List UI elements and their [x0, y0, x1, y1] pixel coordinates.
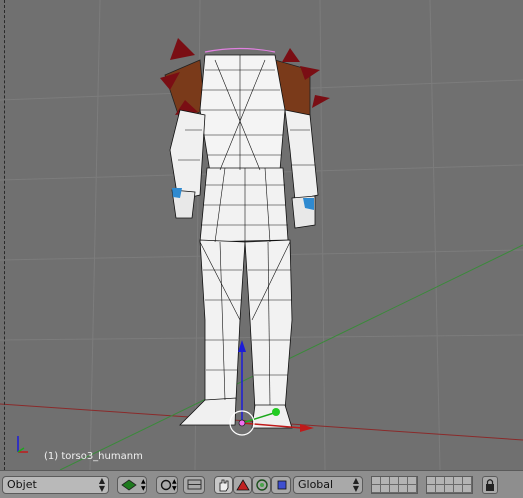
y-axis-line	[59, 244, 523, 470]
layer-buttons-group-1[interactable]	[371, 476, 418, 494]
rotate-tool-button[interactable]	[233, 476, 252, 494]
pivot-toggle[interactable]	[271, 476, 291, 494]
mode-select[interactable]: Objet ▲ ▼	[2, 476, 109, 494]
rotate-icon	[236, 479, 250, 491]
layer-button[interactable]	[372, 485, 381, 493]
scale-tool-button[interactable]	[252, 476, 271, 494]
layer-button[interactable]	[436, 477, 445, 485]
layer-button[interactable]	[427, 477, 436, 485]
grid-icon	[187, 479, 202, 490]
layer-button[interactable]	[463, 477, 472, 485]
layer-button[interactable]	[445, 477, 454, 485]
3d-viewport[interactable]: (1) torso3_humanm	[0, 0, 523, 470]
layer-button[interactable]	[454, 485, 463, 493]
layer-button[interactable]	[408, 477, 417, 485]
hand-tool-icon	[219, 479, 229, 492]
layer-button[interactable]	[390, 485, 399, 493]
layer-button[interactable]	[445, 485, 454, 493]
layer-button[interactable]	[408, 485, 417, 493]
layer-button[interactable]	[427, 485, 436, 493]
view-axes-widget	[17, 436, 28, 453]
layer-buttons-group-2[interactable]	[426, 476, 473, 494]
svg-text:▼: ▼	[141, 485, 146, 492]
shading-select[interactable]: ▲ ▼	[117, 476, 147, 494]
layer-button[interactable]	[463, 485, 472, 493]
svg-text:▲: ▲	[172, 478, 177, 485]
snap-toggle[interactable]: ▲ ▼	[156, 476, 178, 494]
layer-button[interactable]	[454, 477, 463, 485]
orientation-select[interactable]: Global ▲ ▼	[293, 476, 363, 494]
chevron-updown-icon: ▲ ▼	[98, 476, 105, 493]
orientation-select-value: Global	[298, 478, 334, 491]
scale-icon	[256, 479, 268, 491]
svg-text:▲: ▲	[141, 478, 146, 485]
layer-button[interactable]	[436, 485, 445, 493]
layer-icon	[277, 480, 287, 490]
lock-button[interactable]	[482, 476, 498, 494]
layer-button[interactable]	[390, 477, 399, 485]
translate-tool-button[interactable]	[214, 476, 233, 494]
lock-icon	[486, 479, 494, 491]
layer-button[interactable]	[399, 485, 408, 493]
chevron-updown-icon: ▲ ▼	[352, 476, 359, 493]
layer-button[interactable]	[381, 477, 390, 485]
viewport-header: Objet ▲ ▼ ▲ ▼ ▲ ▼ Global ▲ ▼	[0, 470, 523, 498]
grid-toggle[interactable]	[183, 476, 205, 494]
object-name-label: (1) torso3_humanm	[44, 451, 143, 462]
layer-button[interactable]	[399, 477, 408, 485]
svg-text:▼: ▼	[172, 485, 177, 492]
layer-button[interactable]	[372, 477, 381, 485]
character-mesh[interactable]	[160, 38, 330, 429]
layer-button[interactable]	[381, 485, 390, 493]
viewport-edge	[4, 0, 5, 470]
snap-icon: ▲▼	[160, 478, 177, 492]
mode-select-value: Objet	[7, 478, 37, 491]
view-shading-icon: ▲▼	[121, 478, 146, 492]
viewport-scene	[0, 0, 523, 470]
blender-window: (1) torso3_humanm Objet ▲ ▼ ▲ ▼ ▲ ▼ Glob…	[0, 0, 523, 498]
